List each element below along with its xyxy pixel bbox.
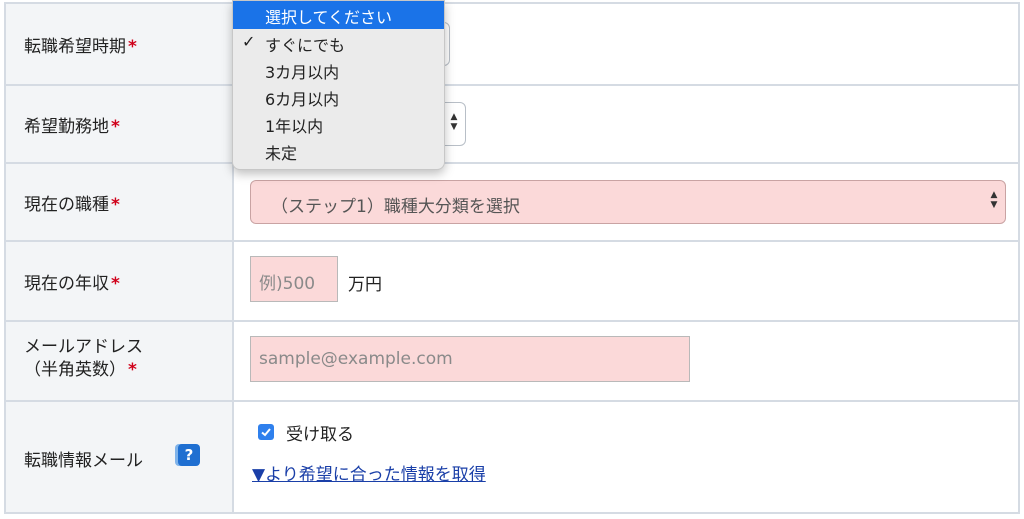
required-mark: * [111,274,120,294]
dropdown-option[interactable]: ✓ すぐにでも [233,29,444,56]
select-arrows-icon: ▲ ▼ [450,112,458,132]
select-arrows-icon: ▲ ▼ [990,190,998,210]
checkmark-icon: ✓ [242,32,256,51]
row-transfer-timing: 転職希望時期 * [6,4,1018,84]
occupation-select[interactable]: （ステップ1）職種大分類を選択 ▲ ▼ [250,180,1006,224]
newsletter-checkbox-label[interactable]: 受け取る [286,420,354,445]
dropdown-option[interactable]: 3カ月以内 [233,56,444,83]
help-icon[interactable]: ? [178,444,200,466]
income-placeholder: 例)500 [259,274,316,294]
label-cell: 転職希望時期 * [6,4,234,84]
desired-location-label: 希望勤務地 * [24,117,120,137]
row-newsletter: 転職情報メール ? 受け取る ▼より希望に合った情報を取得 [6,400,1018,512]
row-current-occupation: 現在の職種 * （ステップ1）職種大分類を選択 ▲ ▼ [6,162,1018,240]
occupation-select-value: （ステップ1）職種大分類を選択 [271,197,520,217]
dropdown-option[interactable]: 6カ月以内 [233,83,444,110]
income-input[interactable]: 例)500 [250,256,338,302]
dropdown-option[interactable]: 未定 [233,137,444,164]
dropdown-option[interactable]: 選択してください [233,1,444,29]
income-unit: 万円 [348,275,382,295]
row-desired-location: 希望勤務地 * ▲ ▼ [6,84,1018,162]
email-input[interactable]: sample@example.com [250,336,690,382]
transfer-timing-dropdown: 選択してください ✓ すぐにでも 3カ月以内 6カ月以内 1年以内 未定 [232,0,445,170]
required-mark: * [111,195,120,215]
row-email: メールアドレス （半角英数） * sample@example.com [6,320,1018,400]
newsletter-checkbox[interactable] [258,424,274,440]
check-icon [261,428,271,437]
email-placeholder: sample@example.com [259,349,453,369]
required-mark: * [111,117,120,137]
current-occupation-label: 現在の職種 * [24,195,120,215]
row-current-income: 現在の年収 * 例)500 万円 [6,240,1018,320]
transfer-timing-label: 転職希望時期 * [24,37,137,57]
required-mark: * [128,37,137,57]
get-more-info-link[interactable]: ▼より希望に合った情報を取得 [252,460,486,485]
current-income-label: 現在の年収 * [24,274,120,294]
email-label: メールアドレス （半角英数） * [24,337,143,380]
required-mark: * [128,360,137,380]
newsletter-label: 転職情報メール [24,451,143,471]
application-form: 転職希望時期 * 希望勤務地 * ▲ ▼ 現在の職種 * （ステップ1）職種大分類を選択… [4,2,1020,514]
dropdown-option[interactable]: 1年以内 [233,110,444,137]
